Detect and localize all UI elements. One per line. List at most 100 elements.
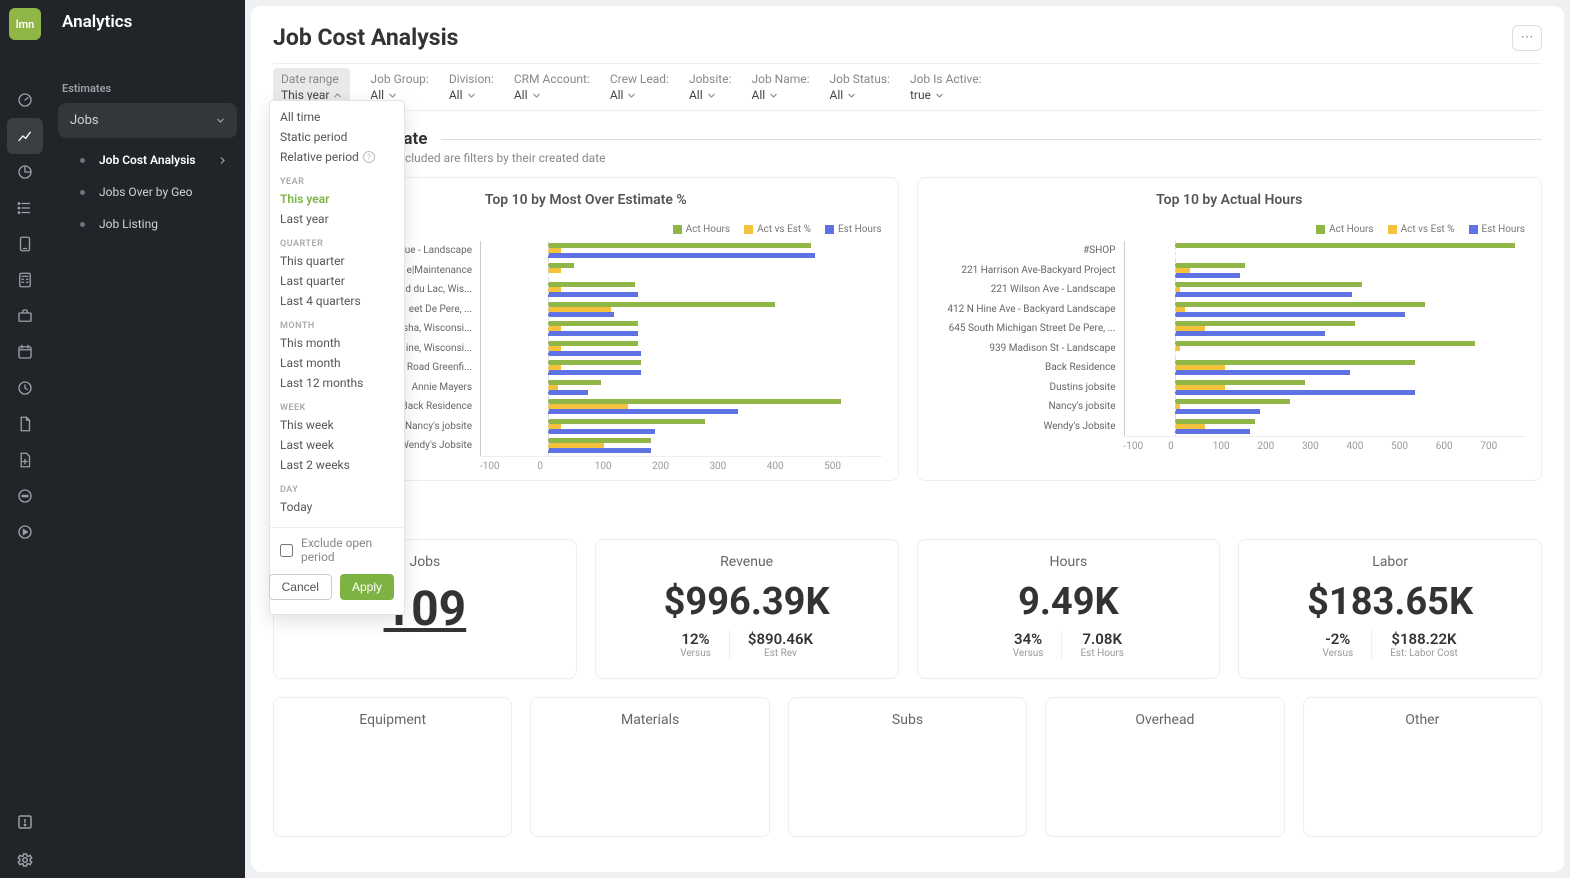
sidebar-section-label: Estimates: [50, 82, 245, 103]
help-icon[interactable]: [7, 804, 43, 840]
overview-sub-label: Est Hours: [1080, 648, 1124, 659]
chevron-up-icon: [333, 91, 342, 100]
date-range-dropdown: All timeStatic periodRelative period ?YE…: [269, 100, 405, 615]
date-option-last-year[interactable]: Last year: [280, 209, 394, 229]
filter-label: Division:: [449, 72, 494, 86]
main-area: Job Cost Analysis ⋯ Date rangeThis yearJ…: [245, 0, 1570, 878]
chevron-down-icon: [216, 116, 225, 125]
gauge-icon[interactable]: [7, 82, 43, 118]
sidebar-parent-label: Jobs: [70, 113, 99, 128]
date-option-last-2-weeks[interactable]: Last 2 weeks: [280, 455, 394, 475]
chart-bar-act: [1175, 341, 1475, 346]
settings-icon[interactable]: [7, 842, 43, 878]
date-option-this-week[interactable]: This week: [280, 415, 394, 435]
overview-sub-value: 34%: [1013, 630, 1044, 648]
chart-row-item: 221 Wilson Ave - Landscape: [934, 280, 1526, 300]
chart-bar-est: [548, 312, 615, 317]
sidebar-item-jobs-over-by-geo[interactable]: Jobs Over by Geo: [68, 176, 239, 208]
filter-label: Job Is Active:: [910, 72, 982, 86]
chart-bar-vs: [548, 268, 561, 273]
overview-card-revenue: Revenue$996.39K12%Versus$890.46KEst Rev: [595, 539, 899, 679]
app-logo[interactable]: lmn: [9, 8, 41, 40]
sidebar-item-label: Jobs Over by Geo: [99, 185, 192, 199]
chart-bar-act: [548, 419, 705, 424]
divider: [441, 139, 1542, 140]
filter-job-status-[interactable]: Job Status:All: [830, 72, 890, 102]
overview-card-title: Labor: [1253, 554, 1527, 570]
filter-value: true: [910, 88, 982, 102]
section-subtitle: otes are reported, jobs included are fil…: [273, 151, 1542, 165]
chart-line-icon[interactable]: [7, 118, 43, 154]
play-icon[interactable]: [7, 514, 43, 550]
filter-job-group-[interactable]: Job Group:All: [370, 72, 428, 102]
chart-legend: Act Hours Act vs Est % Est Hours: [934, 224, 1526, 235]
date-option-this-year[interactable]: This year: [280, 189, 394, 209]
chart-category-label: 221 Harrison Ave-Backyard Project: [934, 265, 1124, 276]
chart-bar-est: [1175, 292, 1353, 297]
chart-bar-est: [548, 429, 655, 434]
date-option-last-week[interactable]: Last week: [280, 435, 394, 455]
date-option-last-4-quarters[interactable]: Last 4 quarters: [280, 291, 394, 311]
briefcase-icon[interactable]: [7, 298, 43, 334]
filter-label: CRM Account:: [514, 72, 590, 86]
list-icon[interactable]: [7, 190, 43, 226]
file-icon[interactable]: [7, 406, 43, 442]
date-option-last-month[interactable]: Last month: [280, 353, 394, 373]
pie-icon[interactable]: [7, 154, 43, 190]
chat-icon[interactable]: [7, 478, 43, 514]
filter-crew-lead-[interactable]: Crew Lead:All: [610, 72, 669, 102]
date-option-last-quarter[interactable]: Last quarter: [280, 271, 394, 291]
filter-label: Date range: [281, 72, 342, 86]
filter-value: All: [514, 88, 590, 102]
chart-row-item: 645 South Michigan Street De Pere, ...: [934, 319, 1526, 339]
sidebar-item-label: Job Cost Analysis: [99, 153, 196, 167]
file-plus-icon[interactable]: [7, 442, 43, 478]
date-option-yesterday[interactable]: Yesterday: [280, 517, 394, 521]
chart-row-item: Wendy's Jobsite: [934, 417, 1526, 437]
chart-category-label: 645 South Michigan Street De Pere, ...: [934, 323, 1124, 334]
date-option-this-month[interactable]: This month: [280, 333, 394, 353]
filter-jobsite-[interactable]: Jobsite:All: [689, 72, 732, 102]
filter-crm-account-[interactable]: CRM Account: All: [514, 72, 590, 102]
chart-bar-est: [548, 253, 815, 258]
cancel-button[interactable]: Cancel: [269, 574, 332, 600]
date-group-quarter: QUARTER: [280, 229, 394, 251]
sidebar-parent-jobs[interactable]: Jobs: [58, 103, 237, 138]
date-option-all-time[interactable]: All time: [280, 107, 394, 127]
apply-button[interactable]: Apply: [340, 574, 394, 600]
main-card: Job Cost Analysis ⋯ Date rangeThis yearJ…: [251, 6, 1564, 872]
chart-bar-act: [548, 321, 638, 326]
exclude-open-period-checkbox[interactable]: Exclude open period: [280, 536, 394, 564]
filter-label: Crew Lead:: [610, 72, 669, 86]
sidebar-item-job-listing[interactable]: Job Listing: [68, 208, 239, 240]
calc-icon[interactable]: [7, 262, 43, 298]
chart-row-item: 221 Harrison Ave-Backyard Project: [934, 261, 1526, 281]
date-option-this-quarter[interactable]: This quarter: [280, 251, 394, 271]
chevron-down-icon: [532, 91, 541, 100]
date-option-static-period[interactable]: Static period: [280, 127, 394, 147]
overview-sub-label: Est: Labor Cost: [1390, 648, 1458, 659]
overview-card-equipment: Equipment: [273, 697, 512, 837]
filter-job-is-active-[interactable]: Job Is Active: true: [910, 72, 982, 102]
date-option-last-12-months[interactable]: Last 12 months: [280, 373, 394, 393]
chart-x-axis: -1000100200300400500: [480, 456, 882, 472]
clock-icon[interactable]: [7, 370, 43, 406]
chevron-down-icon: [707, 91, 716, 100]
chart-bar-est: [1175, 273, 1240, 278]
date-group-day: DAY: [280, 475, 394, 497]
chart-card-1: Top 10 by Actual Hours Act Hours Act vs …: [917, 177, 1543, 481]
filter-division-[interactable]: Division:All: [449, 72, 494, 102]
filter-job-name-[interactable]: Job Name:All: [751, 72, 809, 102]
chart-bar-est: [548, 351, 641, 356]
date-option-relative-period[interactable]: Relative period ?: [280, 147, 394, 167]
chart-bar-est: [1175, 370, 1350, 375]
calendar-icon[interactable]: [7, 334, 43, 370]
chevron-down-icon: [467, 91, 476, 100]
chart-bar-act: [548, 243, 812, 248]
exclude-open-period-input[interactable]: [280, 544, 293, 557]
device-icon[interactable]: [7, 226, 43, 262]
sidebar-item-label: Job Listing: [99, 217, 158, 231]
sidebar-item-job-cost-analysis[interactable]: Job Cost Analysis: [68, 144, 239, 176]
date-option-today[interactable]: Today: [280, 497, 394, 517]
more-button[interactable]: ⋯: [1512, 25, 1542, 51]
